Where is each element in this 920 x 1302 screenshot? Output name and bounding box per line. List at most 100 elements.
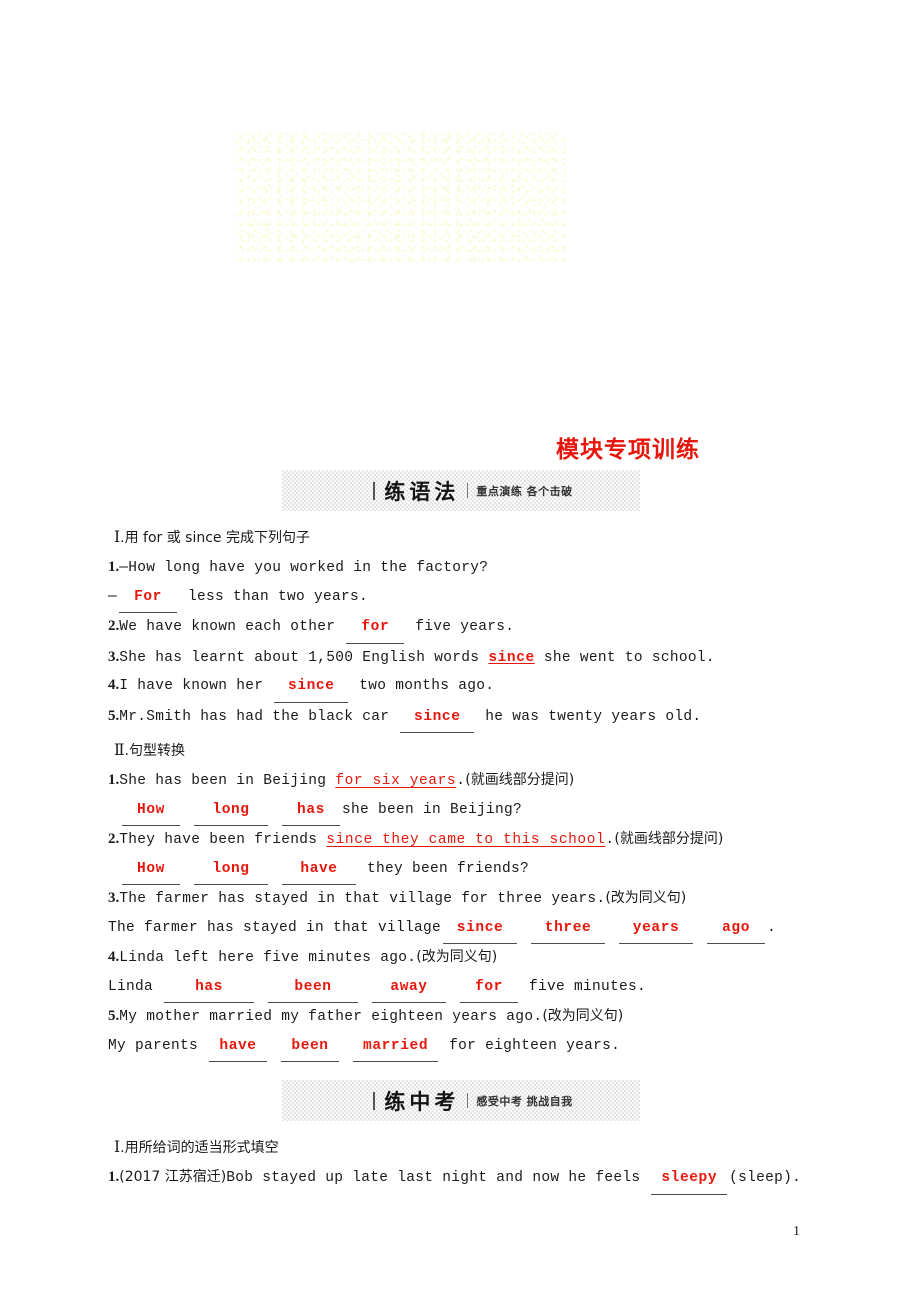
answer-blank[interactable]: three <box>531 915 606 944</box>
answer-blank[interactable]: since <box>274 673 349 703</box>
question-text-tail: two months ago. <box>350 678 495 694</box>
question-number: 2. <box>108 831 120 847</box>
prompt-prefix: She has been in Beijing <box>119 773 336 789</box>
answer-blank[interactable]: For <box>119 584 178 613</box>
banner-tick-icon <box>373 481 376 500</box>
question-text-tail: she went to school. <box>534 649 715 666</box>
answer-blank[interactable]: have <box>209 1033 268 1062</box>
exam-question-1: 1.(2017 江苏宿迁)Bob stayed up late last nig… <box>108 1164 808 1195</box>
page-title: 模块专项训练 <box>556 437 700 463</box>
question-number: 5. <box>108 707 120 724</box>
transform-1-answer: How long has she been in Beijing? <box>108 796 808 826</box>
answer-blank[interactable]: away <box>372 974 447 1003</box>
question-5-line: 5.Mr.Smith has had the black car since h… <box>108 703 808 733</box>
answer-blank[interactable]: has <box>282 797 340 826</box>
transform-3-prompt: 3.The farmer has stayed in that village … <box>108 885 808 914</box>
banner-divider-icon <box>467 483 469 498</box>
question-text-tail: five years. <box>406 619 515 635</box>
answer-blank[interactable]: have <box>282 856 356 885</box>
banner-inner: 练语法 重点演练 各个击破 <box>373 476 572 506</box>
transform-3-answer: The farmer has stayed in that village sin… <box>108 914 808 944</box>
question-hint: (sleep). <box>729 1170 802 1186</box>
banner-subtitle-exam: 感受中考 挑战自我 <box>476 1094 573 1108</box>
question-text: Bob stayed up late last night and now he… <box>226 1170 650 1186</box>
transform-4-prompt: 4.Linda left here five minutes ago.(改为同义… <box>108 944 808 973</box>
question-2-line: 2.We have known each other for five year… <box>108 613 808 644</box>
group-heading-text-3: .用所给词的适当形式填空 <box>120 1140 279 1156</box>
worksheet-content: 练语法 重点演练 各个击破 Ⅰ.用 for 或 since 完成下列句子 1.—… <box>108 470 808 1195</box>
question-number: 1. <box>108 772 120 788</box>
answer-blank[interactable]: How <box>122 856 180 885</box>
question-text: She has learnt about 1,500 English words <box>119 649 489 666</box>
group-heading-3: Ⅰ.用所给词的适当形式填空 <box>114 1134 808 1162</box>
question-text: I have known her <box>119 678 273 694</box>
answer-blank[interactable]: been <box>281 1033 340 1062</box>
answer-inline[interactable]: since <box>488 650 535 666</box>
answer-blank[interactable]: How <box>122 797 180 826</box>
group-heading-2: Ⅱ.句型转换 <box>114 737 808 765</box>
group-heading-text-2: .句型转换 <box>124 743 185 759</box>
group-heading-text-1: .用 for 或 since 完成下列句子 <box>120 530 310 546</box>
question-4-line: 4.I have known her since two months ago. <box>108 672 808 703</box>
answer-blank[interactable]: been <box>268 974 359 1003</box>
transform-5-answer: My parents have been married for eighteen … <box>108 1032 808 1062</box>
page-number: 1 <box>793 1224 800 1239</box>
banner-title-exam: 练中考 <box>384 1089 460 1114</box>
prompt-prefix: Linda left here five minutes ago. <box>119 950 417 966</box>
question-number: 2. <box>108 618 120 634</box>
question-number: 1. <box>108 559 120 575</box>
group-roman-2: Ⅱ <box>114 742 125 759</box>
prompt-prefix: My mother married my father eighteen yea… <box>119 1009 543 1025</box>
answer-blank[interactable]: long <box>194 856 268 885</box>
answer-blank[interactable]: married <box>353 1033 439 1062</box>
transform-2-prompt: 2.They have been friends since they came… <box>108 826 808 855</box>
question-text-tail: less than two years. <box>179 588 369 605</box>
prompt-note: (改为同义句) <box>542 1008 624 1024</box>
banner-divider-icon <box>467 1093 469 1108</box>
answer-blank[interactable]: ago <box>707 915 766 944</box>
prompt-note: (就画线部分提问) <box>465 772 575 788</box>
question-1-line-1: 1.—How long have you worked in the facto… <box>108 554 808 583</box>
prompt-prefix: They have been friends <box>119 832 327 848</box>
answer-lead: My parents <box>108 1037 208 1054</box>
answer-blank[interactable]: for <box>460 974 519 1003</box>
banner-title-grammar: 练语法 <box>384 479 460 504</box>
question-number: 1. <box>108 1169 120 1185</box>
section-banner-grammar: 练语法 重点演练 各个击破 <box>282 470 640 511</box>
question-source: (2017 江苏宿迁) <box>119 1169 227 1185</box>
answer-tail: for eighteen years. <box>440 1037 621 1054</box>
question-number: 5. <box>108 1008 120 1024</box>
answer-tail: she been in Beijing? <box>342 801 523 818</box>
question-text: We have known each other <box>119 619 345 635</box>
question-number: 3. <box>108 890 120 906</box>
prompt-note: (改为同义句) <box>605 890 687 906</box>
answer-tail: five minutes. <box>520 978 647 995</box>
answer-blank[interactable]: since <box>400 704 475 733</box>
answer-blank[interactable]: long <box>194 797 268 826</box>
underlined-phrase: since they came to this school <box>326 832 606 848</box>
answer-blank[interactable]: sleepy <box>651 1165 728 1195</box>
prompt-prefix: The farmer has stayed in that village fo… <box>119 891 606 907</box>
banner-inner: 练中考 感受中考 挑战自我 <box>373 1086 572 1116</box>
prompt-suffix: . <box>605 832 615 848</box>
transform-4-answer: Linda has been away for five minutes. <box>108 973 808 1003</box>
transform-5-prompt: 5.My mother married my father eighteen y… <box>108 1003 808 1032</box>
answer-tail: . <box>767 919 777 936</box>
answer-lead: Linda <box>108 978 163 995</box>
question-text-tail: he was twenty years old. <box>476 708 702 725</box>
answer-blank[interactable]: years <box>619 915 694 944</box>
question-number: 4. <box>108 677 120 693</box>
answer-blank[interactable]: for <box>346 614 405 644</box>
answer-tail: they been friends? <box>358 860 530 877</box>
answer-blank[interactable]: has <box>164 974 255 1003</box>
banner-subtitle-grammar: 重点演练 各个击破 <box>476 484 573 498</box>
answer-lead: The farmer has stayed in that village <box>108 919 442 936</box>
banner-tick-icon <box>373 1091 376 1110</box>
section-banner-exam: 练中考 感受中考 挑战自我 <box>282 1080 640 1121</box>
question-3-line: 3.She has learnt about 1,500 English wor… <box>108 644 808 673</box>
prompt-note: (改为同义句) <box>416 949 498 965</box>
question-number: 4. <box>108 949 120 965</box>
answer-blank[interactable]: since <box>443 915 518 944</box>
transform-2-answer: How long have they been friends? <box>108 855 808 885</box>
question-text: Mr.Smith has had the black car <box>119 708 399 725</box>
